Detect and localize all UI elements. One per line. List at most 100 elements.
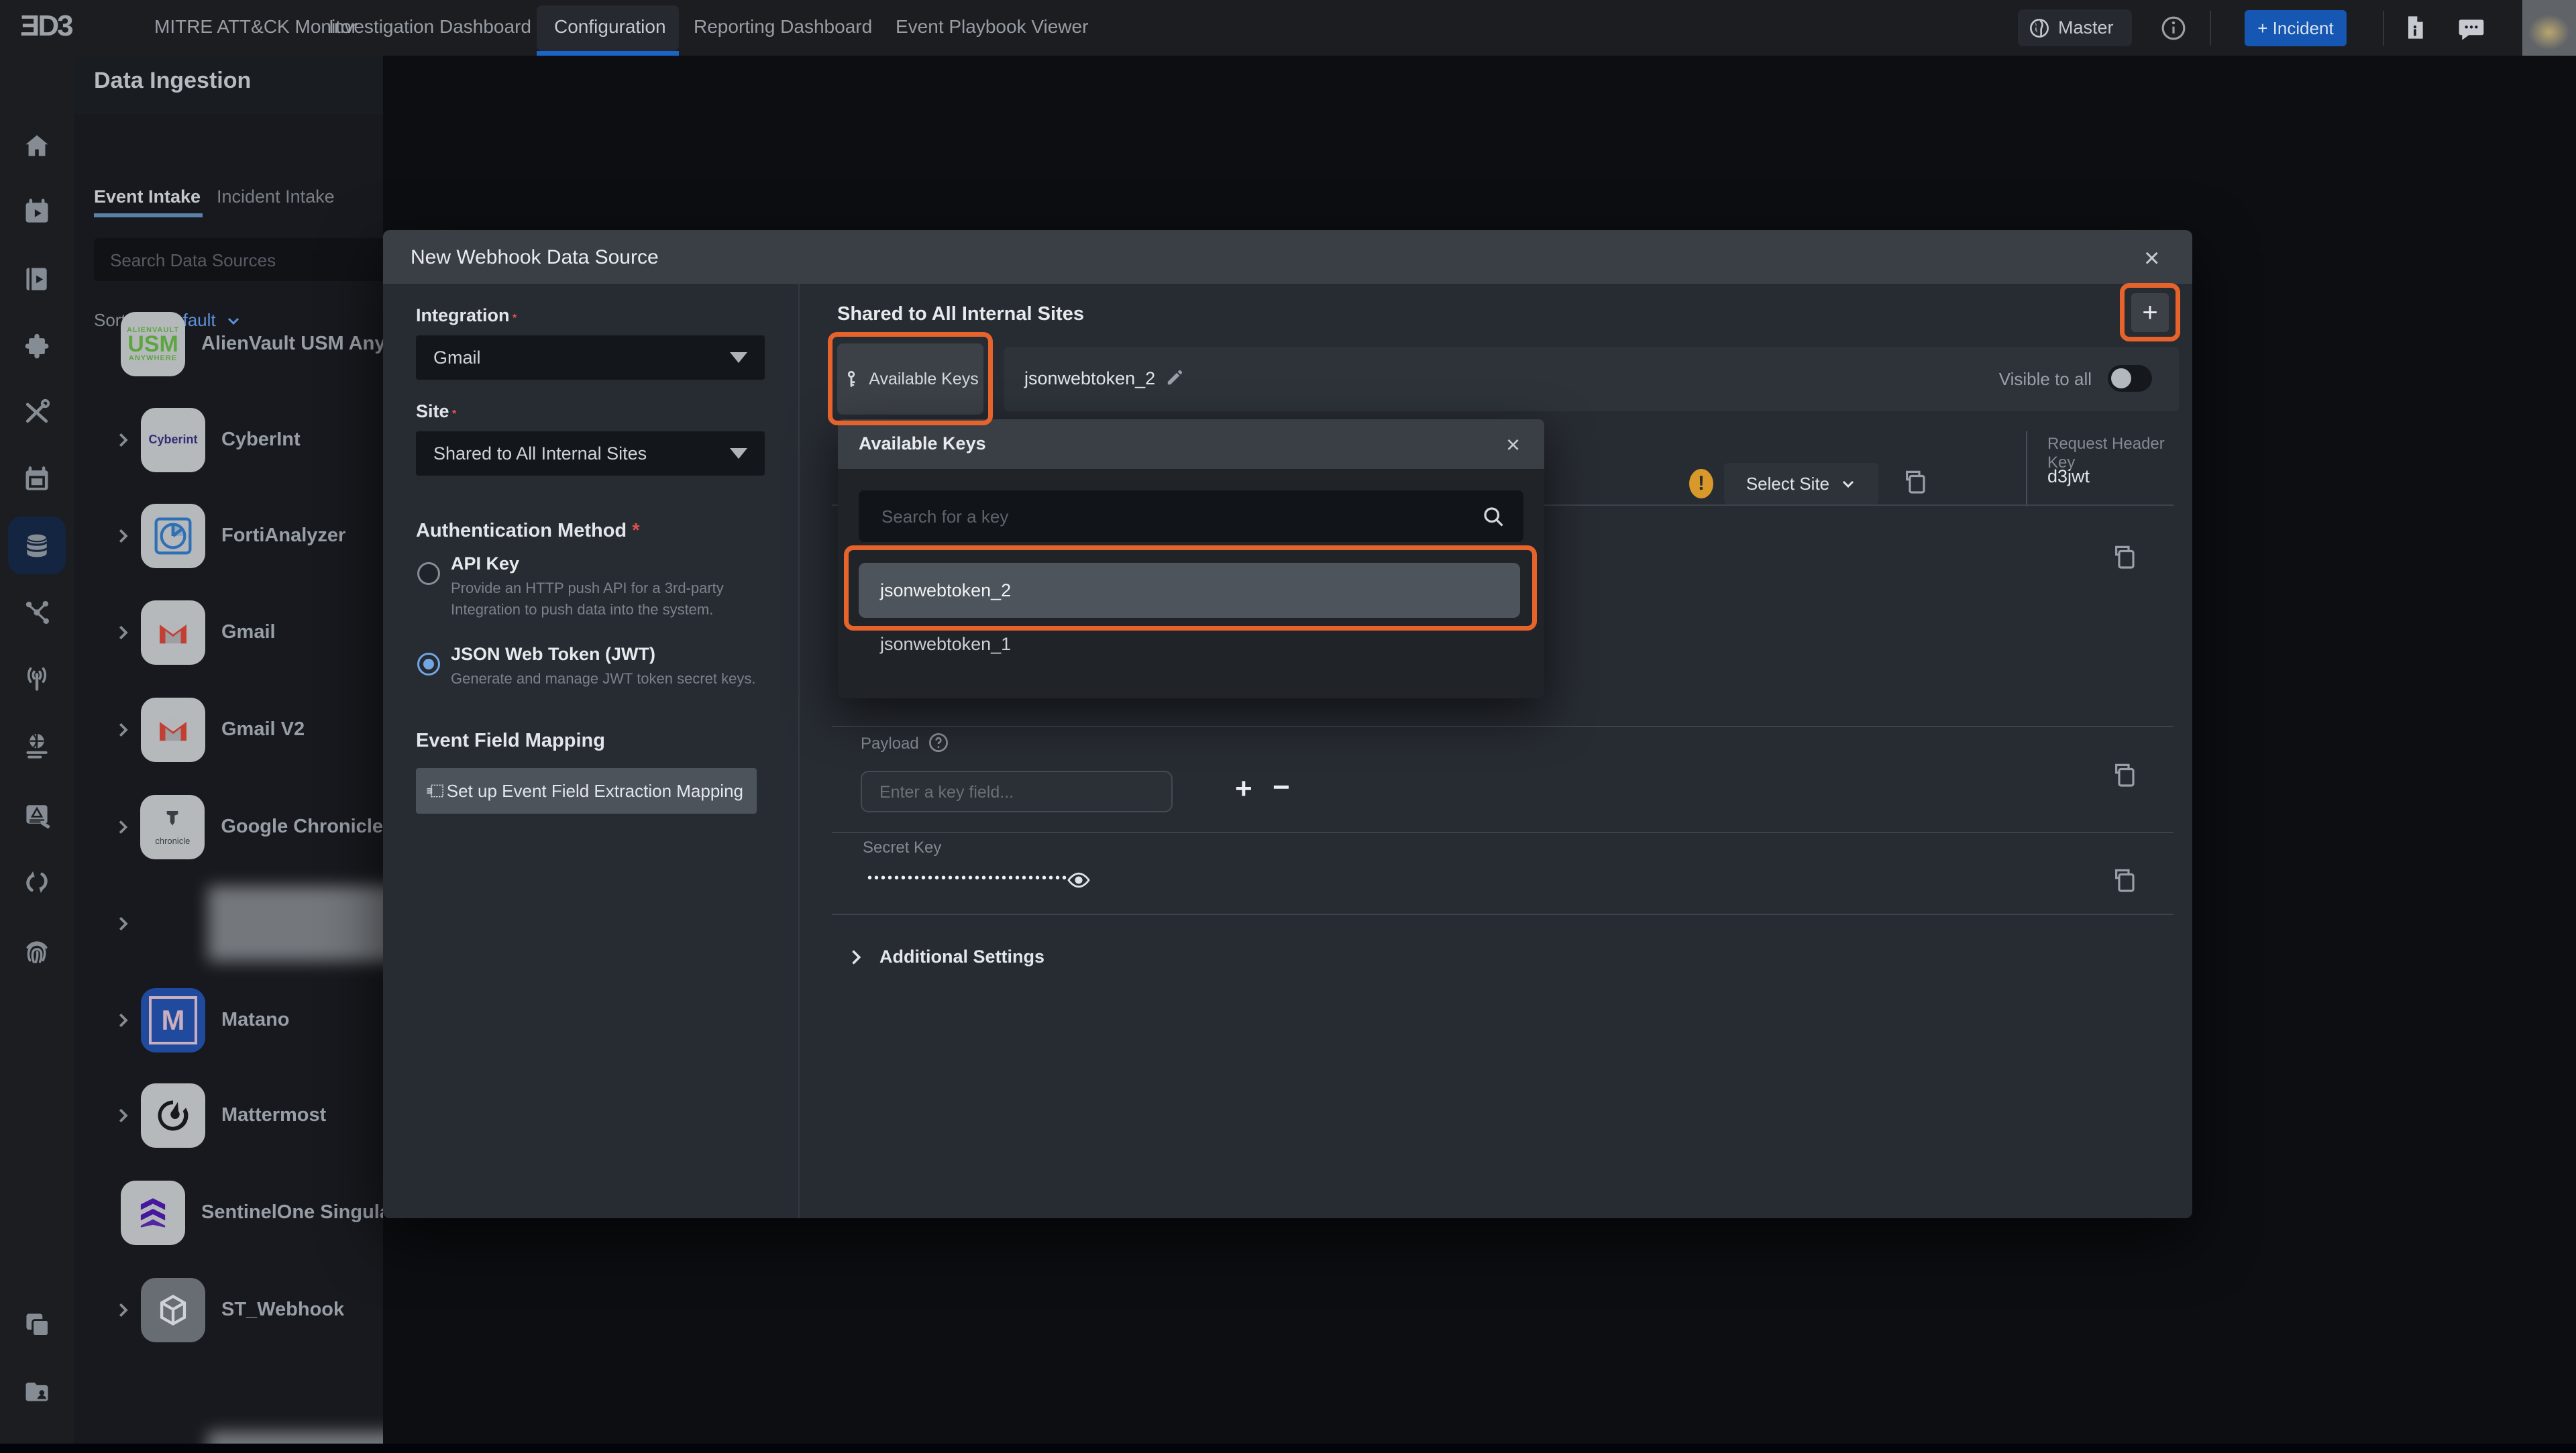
chevron-right-icon[interactable] <box>113 430 133 450</box>
nav-reporting-dashboard[interactable]: Reporting Dashboard <box>694 16 872 38</box>
alienvault-logo: ALIENVAULT USM ANYWHERE <box>121 312 185 376</box>
broadcast-antenna-icon[interactable] <box>22 663 52 693</box>
source-row-matano[interactable]: M Matano <box>74 972 383 1068</box>
chat-icon[interactable] <box>2457 15 2486 44</box>
help-icon[interactable] <box>928 732 949 753</box>
setup-field-extraction-button[interactable]: Set up Event Field Extraction Mapping <box>416 768 757 814</box>
payload-key-input[interactable] <box>878 772 1156 812</box>
source-row-alienvault[interactable]: ALIENVAULT USM ANYWHERE AlienVault USM A… <box>74 296 383 392</box>
source-row-fortianalyzer[interactable]: FortiAnalyzer <box>74 488 383 584</box>
search-input[interactable] <box>109 238 383 282</box>
playbook-library-icon[interactable] <box>22 264 52 294</box>
chevron-down-icon <box>1840 476 1856 492</box>
source-label: FortiAnalyzer <box>221 525 345 547</box>
secret-key-masked-value: •••••••••••••••••••••••••••••• <box>867 871 1069 886</box>
payload-key-field[interactable] <box>861 771 1173 812</box>
gmail-v2-logo <box>141 698 205 762</box>
source-label: Gmail V2 <box>221 718 305 741</box>
copy-pages-icon[interactable] <box>22 1309 52 1339</box>
sentinelone-logo <box>121 1181 185 1245</box>
visible-to-all-toggle[interactable] <box>2108 365 2152 392</box>
available-keys-button[interactable]: Available Keys <box>837 343 983 415</box>
warning-icon: ! <box>1689 469 1713 498</box>
nav-mitre-attck-monitor[interactable]: MITRE ATT&CK Monitor <box>154 16 358 38</box>
source-row-gmail-v2[interactable]: Gmail V2 <box>74 682 383 777</box>
source-label: Mattermost <box>221 1104 326 1126</box>
api-key-option-title: API Key <box>451 553 519 574</box>
add-key-button[interactable]: + <box>2131 293 2169 332</box>
release-notes-icon[interactable] <box>2402 14 2428 41</box>
chevron-right-icon[interactable] <box>113 1300 133 1320</box>
available-keys-popup: Available Keys × jsonwebtoken_2 jsonwebt… <box>838 419 1544 698</box>
eye-icon[interactable] <box>1066 867 1091 893</box>
data-ingestion-icon[interactable] <box>22 531 52 560</box>
nav-investigation-dashboard[interactable]: Investigation Dashboard <box>329 16 531 38</box>
calendar-icon[interactable] <box>22 465 52 494</box>
row-divider <box>832 914 2174 915</box>
site-label: Site * <box>416 401 456 422</box>
source-row-mattermost[interactable]: Mattermost <box>74 1067 383 1163</box>
gmail-logo <box>141 600 205 665</box>
topbar-divider <box>2210 11 2211 46</box>
select-site-dropdown[interactable]: Select Site <box>1724 463 1878 504</box>
d3-logo: ƎD3 <box>20 9 72 43</box>
nav-event-playbook-viewer[interactable]: Event Playbook Viewer <box>896 16 1088 38</box>
nav-configuration[interactable]: Configuration <box>554 16 666 38</box>
close-icon[interactable]: × <box>2144 244 2159 274</box>
key-item-jsonwebtoken-1[interactable]: jsonwebtoken_1 <box>880 634 1011 655</box>
source-row-sentinelone[interactable]: SentinelOne Singularity <box>74 1165 383 1260</box>
app-root: ƎD3 MITRE ATT&CK Monitor Investigation D… <box>0 0 2576 1453</box>
close-icon[interactable]: × <box>1506 431 1520 459</box>
chevron-right-icon[interactable] <box>113 526 133 546</box>
chevron-right-icon[interactable] <box>113 1010 133 1030</box>
chevron-right-icon[interactable] <box>113 623 133 643</box>
incident-report-icon[interactable] <box>22 800 52 829</box>
caret-down-icon <box>730 448 747 459</box>
modal-title: New Webhook Data Source <box>411 246 659 269</box>
home-icon[interactable] <box>22 131 52 161</box>
chevron-right-icon[interactable] <box>113 914 133 934</box>
scheduled-playbook-icon[interactable] <box>22 197 52 227</box>
tab-incident-intake[interactable]: Incident Intake <box>217 186 335 207</box>
source-row-cyberint[interactable]: Cyberint CyberInt <box>74 392 383 488</box>
copy-icon[interactable] <box>2110 762 2138 790</box>
radio-api-key[interactable] <box>417 562 440 585</box>
radio-jwt[interactable] <box>417 653 440 676</box>
page-title: Data Ingestion <box>94 68 251 94</box>
search-data-sources-field[interactable] <box>94 238 383 281</box>
source-row-gmail[interactable]: Gmail <box>74 584 383 680</box>
copy-icon[interactable] <box>1900 469 1929 497</box>
connection-graph-icon[interactable] <box>22 598 52 627</box>
key-search-input[interactable] <box>880 490 1473 543</box>
source-row-redacted[interactable] <box>74 875 383 971</box>
fingerprint-icon[interactable] <box>22 936 52 966</box>
add-payload-key-button[interactable]: + <box>1235 772 1252 806</box>
active-key-tab-bar[interactable]: jsonwebtoken_2 Visible to all <box>1004 347 2179 411</box>
additional-settings-expander[interactable]: Additional Settings <box>846 947 1044 967</box>
topbar-divider <box>2383 11 2384 46</box>
key-search-field[interactable] <box>859 490 1523 542</box>
source-row-google-chronicle[interactable]: chronicle Google Chronicle <box>74 779 383 875</box>
site-select[interactable]: Shared to All Internal Sites <box>416 431 765 476</box>
sync-icon[interactable] <box>22 867 52 897</box>
chevron-right-icon[interactable] <box>113 817 132 837</box>
copy-icon[interactable] <box>2110 544 2138 572</box>
key-item-jsonwebtoken-2[interactable]: jsonwebtoken_2 <box>859 563 1520 618</box>
integrations-puzzle-icon[interactable] <box>22 332 52 362</box>
web-globe-icon[interactable] <box>22 731 52 761</box>
avatar[interactable] <box>2522 0 2576 56</box>
utility-tools-icon[interactable] <box>22 397 52 427</box>
user-folder-icon[interactable] <box>22 1377 52 1406</box>
chevron-right-icon[interactable] <box>113 720 133 740</box>
tab-event-intake[interactable]: Event Intake <box>94 186 201 207</box>
chevron-right-icon[interactable] <box>113 1106 133 1126</box>
edit-pencil-icon[interactable] <box>1165 367 1185 387</box>
remove-payload-key-button[interactable]: − <box>1273 771 1290 804</box>
source-row-st-webhook[interactable]: ST_Webhook <box>74 1262 383 1358</box>
integration-select[interactable]: Gmail <box>416 335 765 380</box>
redacted-item <box>208 886 383 961</box>
copy-icon[interactable] <box>2110 867 2138 896</box>
new-incident-button[interactable]: + Incident <box>2245 10 2347 46</box>
info-icon[interactable] <box>2161 15 2186 41</box>
site-selector-dropdown[interactable]: Master <box>2018 9 2132 46</box>
